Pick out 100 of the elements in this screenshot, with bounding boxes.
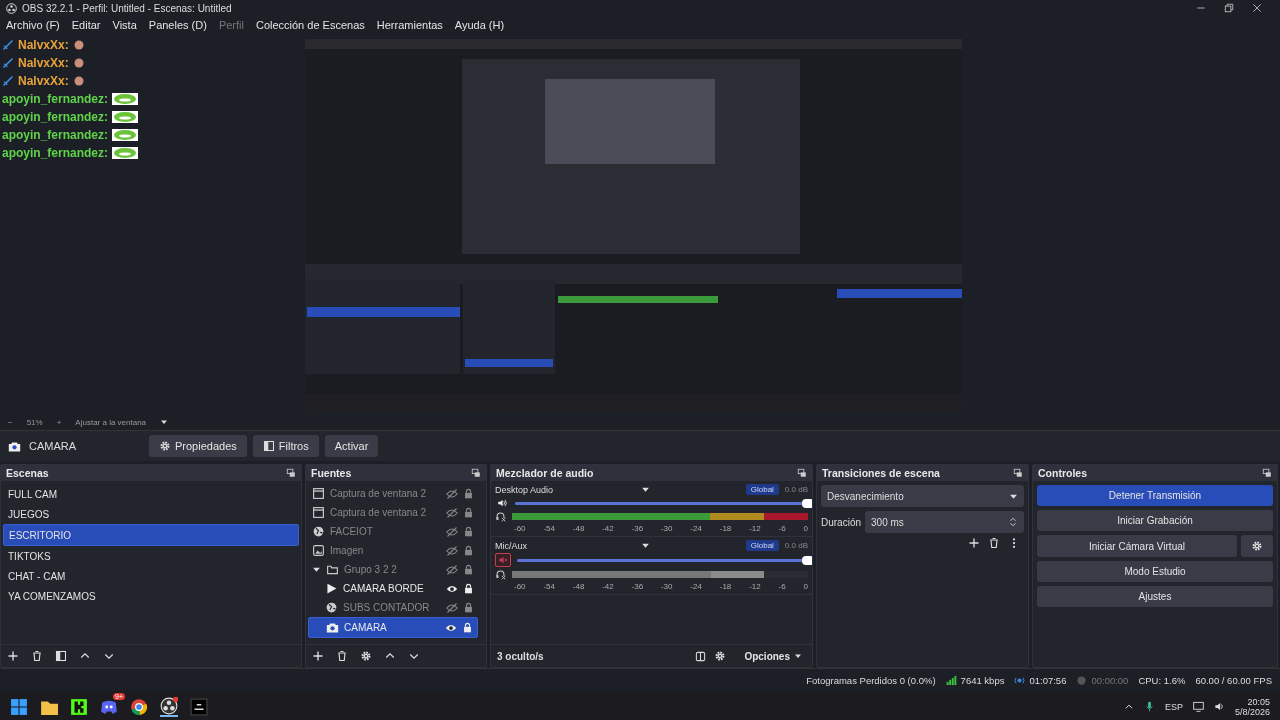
language-indicator[interactable]: ESP [1164,701,1183,712]
eye-off-icon[interactable] [446,563,458,576]
volume-reading: 0.0 dB [784,541,808,550]
menu-item[interactable]: Archivo (F) [6,19,60,31]
options-button[interactable]: Opciones [734,645,812,667]
toolbar-button[interactable]: Activar [324,435,379,457]
hidden-count: 3 oculto/s [497,650,545,662]
meter-tick-label: -36 [631,524,644,533]
restore-icon[interactable] [1224,3,1234,13]
settings-icon[interactable] [1251,540,1263,552]
source-item[interactable]: Grupo 3 2 2 [308,560,478,579]
menu-item[interactable]: Colección de Escenas [255,19,365,31]
clock-time[interactable]: 20:05 [1247,696,1270,707]
speaker-icon[interactable] [1213,701,1225,712]
source-item[interactable]: Captura de ventana 2 [308,503,478,522]
stream-time: 01:07:56 [1029,674,1067,686]
zoom-in-button[interactable]: + [56,417,62,427]
record-app-icon[interactable] [160,696,178,715]
eye-off-icon[interactable] [446,487,458,500]
menu-item[interactable]: Paneles (D) [148,19,207,31]
duration-label: Duración [821,516,862,528]
cpu-usage: CPU: 1.6% [1138,674,1186,686]
scene-item[interactable]: JUEGOS [3,504,299,524]
settings-icon[interactable] [714,650,727,662]
add-icon[interactable] [312,650,324,662]
eye-off-icon[interactable] [446,544,458,557]
trash-icon[interactable] [988,537,1000,549]
eye-off-icon[interactable] [446,601,458,614]
lock-icon[interactable] [462,622,473,633]
layout-icon[interactable] [695,650,707,662]
clock-date[interactable]: 5/8/2026 [1234,706,1270,717]
chat-username: NalvxXx: [18,74,69,88]
expand-caret-icon[interactable] [312,565,321,574]
windows-icon[interactable] [10,697,28,716]
filter-icon[interactable] [55,650,67,662]
dropdown-caret-icon[interactable] [641,485,650,494]
scene-item[interactable]: FULL CAM [3,484,299,504]
global-tag: Global [745,484,779,495]
settings-icon[interactable] [159,440,171,452]
camera-icon [8,439,21,453]
global-tag: Global [745,540,779,551]
panel-title: Mezclador de audio [496,467,594,479]
source-item[interactable]: FACEIOT [308,522,478,541]
lock-icon[interactable] [463,583,474,594]
chat-username: NalvxXx: [18,56,69,70]
toolbar-button[interactable]: Propiedades [149,435,247,457]
eye-off-icon[interactable] [446,525,458,538]
source-item[interactable]: SUBS CONTADOR [308,598,478,617]
k-logo-icon[interactable] [70,697,88,716]
control-button[interactable]: Detener Transmisión [1037,485,1273,506]
mute-toggle[interactable] [495,497,509,509]
settings-button[interactable] [1241,535,1273,557]
zoom-out-button[interactable]: − [8,417,13,427]
scene-item[interactable]: TIKTOKS [3,546,299,566]
toolbar-button[interactable]: Filtros [252,435,319,457]
menu-item[interactable]: Vista [112,19,137,31]
source-item[interactable]: CAMARA BORDE [308,579,478,598]
meter-tick-label: -24 [690,524,702,533]
scene-item[interactable]: YA COMENZAMOS [3,586,299,606]
trash-icon[interactable] [336,650,348,662]
scene-item[interactable]: CHAT - CAM [3,566,299,586]
trash-icon[interactable] [31,650,43,662]
close-icon[interactable] [1252,3,1262,13]
menu-item[interactable]: Ayuda (H) [454,19,505,31]
control-button[interactable]: Ajustes [1037,586,1273,607]
frame-rate: 60.00 / 60.00 FPS [1195,674,1272,686]
add-icon[interactable] [968,537,980,549]
chat-username: apoyin_fernandez: [2,110,109,124]
scene-item[interactable]: ESCRITORIO [3,524,299,546]
duration-field[interactable]: 300 ms [865,511,1024,533]
transition-dropdown[interactable]: Desvanecimiento [821,485,1024,507]
control-button[interactable]: Modo Estudio [1037,561,1273,582]
menu-item[interactable]: Editar [71,19,101,31]
chat-username: NalvxXx: [18,38,69,52]
browser-icon[interactable] [130,697,148,716]
dropdown-caret-icon[interactable] [160,418,169,426]
mute-toggle[interactable] [495,553,511,567]
zoom-mode-dropdown[interactable]: Ajustar a la ventana [75,417,147,427]
app-icon[interactable] [190,697,208,716]
source-item[interactable]: Captura de ventana 2 [308,484,478,503]
source-item[interactable]: Imagen [308,541,478,560]
add-icon[interactable] [7,650,19,662]
source-item[interactable]: CAMARA [308,617,478,638]
headphones-off-icon[interactable] [495,569,506,580]
selected-source-name: CAMARA [29,440,77,452]
settings-icon[interactable] [360,650,372,662]
control-button[interactable]: Iniciar Cámara Virtual [1037,535,1237,557]
speaker-icon [497,498,507,508]
menu-item[interactable]: Herramientas [376,19,443,31]
folder-icon [326,563,339,576]
globe-icon [312,525,325,538]
headphones-off-icon[interactable] [495,511,506,522]
meter-tick-label: -24 [690,582,702,591]
dropdown-caret-icon[interactable] [641,541,650,550]
control-button[interactable]: Iniciar Grabación [1037,510,1273,531]
monitor-icon[interactable] [1192,701,1204,712]
eye-off-icon[interactable] [446,506,458,519]
chat-username: apoyin_fernandez: [2,92,109,106]
avatar-icon [72,39,85,51]
dropped-frames: Fotogramas Perdidos 0 (0.0%) [806,674,936,686]
